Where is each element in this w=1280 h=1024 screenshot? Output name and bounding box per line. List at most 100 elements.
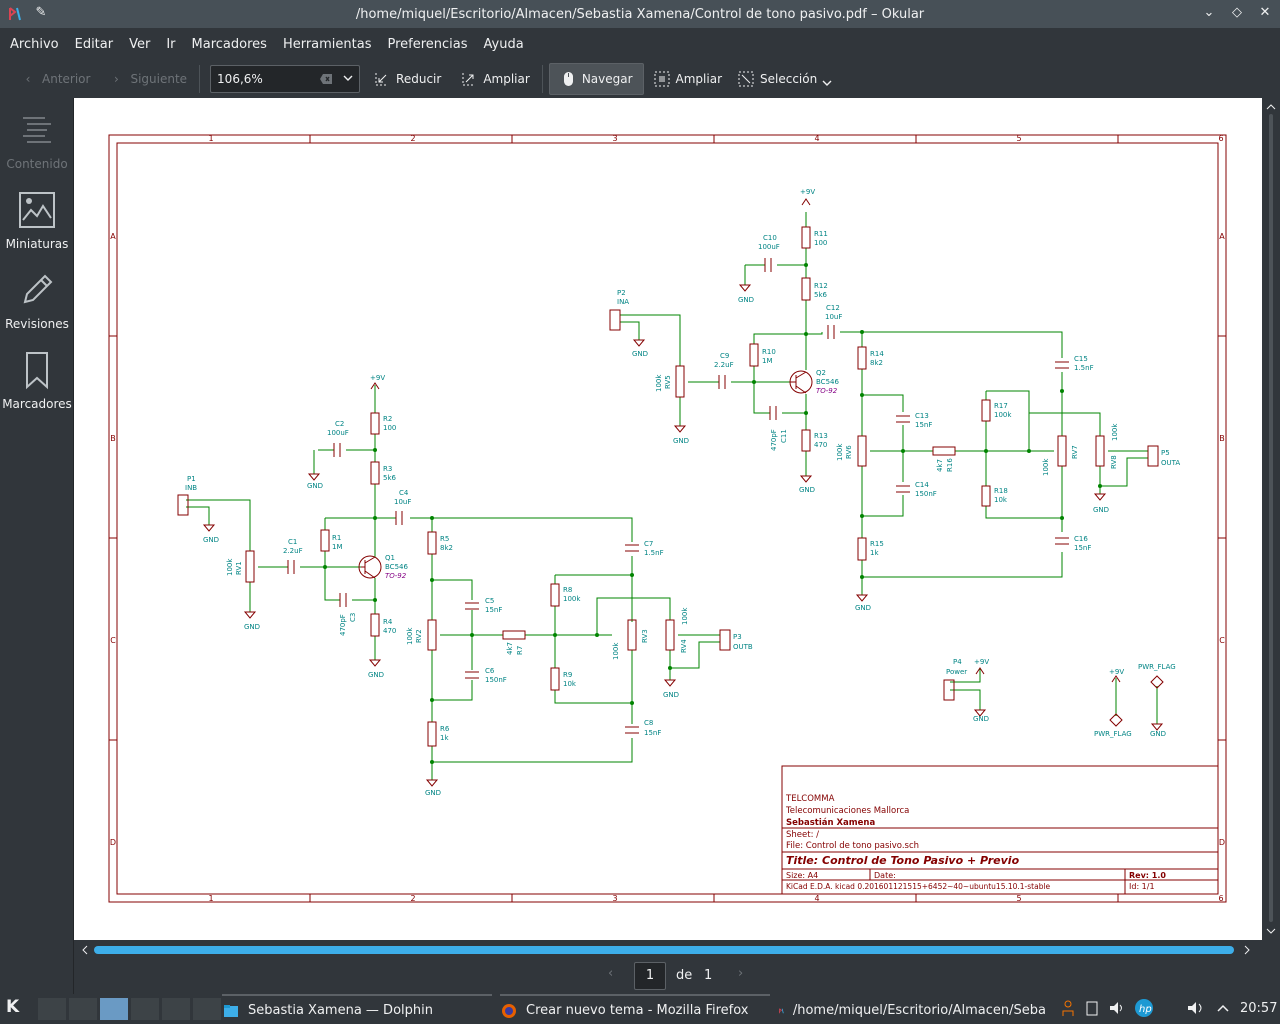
- desktop-pager-1[interactable]: [38, 998, 66, 1020]
- chevron-down-icon[interactable]: [1262, 924, 1280, 938]
- pwr-flag-label: PWR_FLAG: [1138, 663, 1176, 671]
- menu-editar[interactable]: Editar: [67, 37, 122, 52]
- page-number-input[interactable]: 1: [634, 962, 666, 990]
- hp-icon[interactable]: hp: [1134, 998, 1154, 1018]
- menu-archivo[interactable]: Archivo: [2, 37, 67, 52]
- value-label: 15nF: [485, 606, 502, 614]
- value-label: 1.5nF: [644, 549, 664, 557]
- browse-tool-button[interactable]: Navegar: [548, 63, 644, 95]
- ref-label: R7: [516, 646, 524, 655]
- chevron-left-icon[interactable]: ‹: [608, 966, 613, 981]
- previous-label: Anterior: [42, 72, 91, 86]
- zoom-tool-button[interactable]: Ampliar: [648, 63, 728, 95]
- ref-label: R13: [814, 432, 828, 440]
- clear-icon[interactable]: [319, 72, 333, 86]
- ref-label: C13: [915, 412, 929, 420]
- user-icon[interactable]: [1060, 998, 1076, 1018]
- sidebar-item-label: Revisiones: [5, 317, 69, 331]
- menu-herramientas[interactable]: Herramientas: [275, 37, 380, 52]
- clipboard-icon[interactable]: [1084, 998, 1100, 1018]
- clock[interactable]: 20:57: [1240, 1001, 1277, 1016]
- selection-tool-button[interactable]: Selección: [732, 63, 839, 95]
- reviews-icon: [23, 274, 53, 304]
- volume-icon[interactable]: [1108, 998, 1126, 1018]
- zoom-out-button[interactable]: Reducir: [368, 63, 447, 95]
- zoom-in-icon: [462, 73, 476, 86]
- value-label: 8k2: [870, 359, 883, 367]
- taskbar: K Sebastia Xamena — Dolphin Crear nuevo …: [0, 994, 1280, 1024]
- chevron-left-icon[interactable]: [78, 940, 92, 960]
- frame-row-label: D: [110, 838, 116, 847]
- package-label: TO-92: [816, 387, 838, 395]
- sidebar-item-reviews[interactable]: Revisiones: [0, 264, 74, 340]
- system-tray: hp: [1060, 998, 1154, 1018]
- minimize-button[interactable]: ⌄: [1200, 4, 1218, 22]
- chevron-right-icon[interactable]: [1240, 940, 1254, 960]
- chevron-down-icon: [822, 80, 832, 86]
- net-label: Power: [946, 668, 967, 676]
- menu-ayuda[interactable]: Ayuda: [476, 37, 532, 52]
- ref-label: Q1: [385, 554, 395, 562]
- vcc-label: +9V: [800, 188, 815, 196]
- next-page-button[interactable]: › Siguiente: [102, 63, 193, 95]
- menu-ir[interactable]: Ir: [158, 37, 183, 52]
- ref-label: C4: [399, 489, 409, 497]
- sidebar-item-contents[interactable]: Contenido: [0, 104, 74, 180]
- ref-label: R10: [762, 348, 776, 356]
- ref-label: R2: [383, 415, 392, 423]
- desktop-pager-2[interactable]: [69, 998, 97, 1020]
- menu-marcadores[interactable]: Marcadores: [184, 37, 275, 52]
- title-block-text: TELCOMMA Telecomunicaciones Mallorca Seb…: [785, 794, 1166, 891]
- net-label: OUTB: [733, 643, 753, 651]
- ref-label: P2: [617, 289, 626, 297]
- vertical-scrollbar[interactable]: [1262, 98, 1280, 940]
- task-label: Sebastia Xamena — Dolphin: [248, 1003, 433, 1018]
- frame-row-label: C: [1219, 636, 1225, 645]
- menu-preferencias[interactable]: Preferencias: [380, 37, 476, 52]
- contents-icon: [23, 117, 51, 143]
- page-navigation: ‹ 1 de 1 ›: [74, 960, 1280, 994]
- sidebar-item-thumbnails[interactable]: Miniaturas: [0, 184, 74, 260]
- ref-label: C7: [644, 540, 653, 548]
- desktop-pager-4[interactable]: [131, 998, 159, 1020]
- ref-label: C2: [335, 420, 344, 428]
- gnd-label: GND: [799, 486, 815, 494]
- sidebar-item-bookmarks[interactable]: Marcadores: [0, 344, 74, 420]
- desktop-pager-3[interactable]: [100, 998, 128, 1020]
- chevron-down-icon[interactable]: [341, 71, 355, 85]
- scroll-thumb[interactable]: [94, 946, 1234, 954]
- task-firefox[interactable]: Crear nuevo tema - Mozilla Firefox: [500, 994, 770, 1024]
- desktop-pager-5[interactable]: [162, 998, 190, 1020]
- frame-row-label: A: [110, 232, 116, 241]
- page-total: 1: [704, 968, 713, 983]
- zoom-combobox[interactable]: 106,6%: [210, 65, 361, 93]
- value-label: 2.2uF: [283, 547, 303, 555]
- value-label: 100k: [226, 558, 234, 576]
- desktop-pager-6[interactable]: [193, 998, 221, 1020]
- tb-file: File: Control de tono pasivo.sch: [786, 841, 919, 851]
- task-okular[interactable]: /home/miquel/Escritorio/Almacen/Seba: [778, 997, 1046, 1024]
- task-indicator: [222, 994, 492, 996]
- zoom-in-button[interactable]: Ampliar: [455, 63, 535, 95]
- chevron-right-icon[interactable]: ›: [738, 966, 743, 981]
- chevron-up-icon[interactable]: [1262, 100, 1280, 114]
- pin-icon[interactable]: ✎: [32, 5, 50, 23]
- horizontal-scrollbar[interactable]: [74, 940, 1280, 960]
- kde-menu-icon[interactable]: K: [6, 997, 30, 1021]
- value-label: 5k6: [814, 291, 828, 299]
- maximize-button[interactable]: ◇: [1228, 4, 1246, 22]
- toolbar-separator: [199, 65, 201, 93]
- task-dolphin[interactable]: Sebastia Xamena — Dolphin: [222, 994, 492, 1024]
- speaker-icon[interactable]: [1186, 998, 1206, 1018]
- scroll-thumb[interactable]: [1269, 114, 1273, 922]
- close-button[interactable]: ✕: [1256, 4, 1274, 22]
- tb-id: Id: 1/1: [1129, 882, 1155, 891]
- gnd-label: GND: [203, 536, 219, 544]
- frame-col-label: 2: [410, 134, 415, 143]
- document-view[interactable]: 1 2 3 4 5 6 1 2 3 4 5 6 A B C D A B C D: [74, 98, 1262, 940]
- chevron-up-icon[interactable]: [1216, 998, 1230, 1018]
- menu-ver[interactable]: Ver: [121, 37, 158, 52]
- okular-icon[interactable]: [6, 5, 24, 23]
- previous-page-button[interactable]: ‹ Anterior: [14, 63, 96, 95]
- value-label: 100: [383, 424, 396, 432]
